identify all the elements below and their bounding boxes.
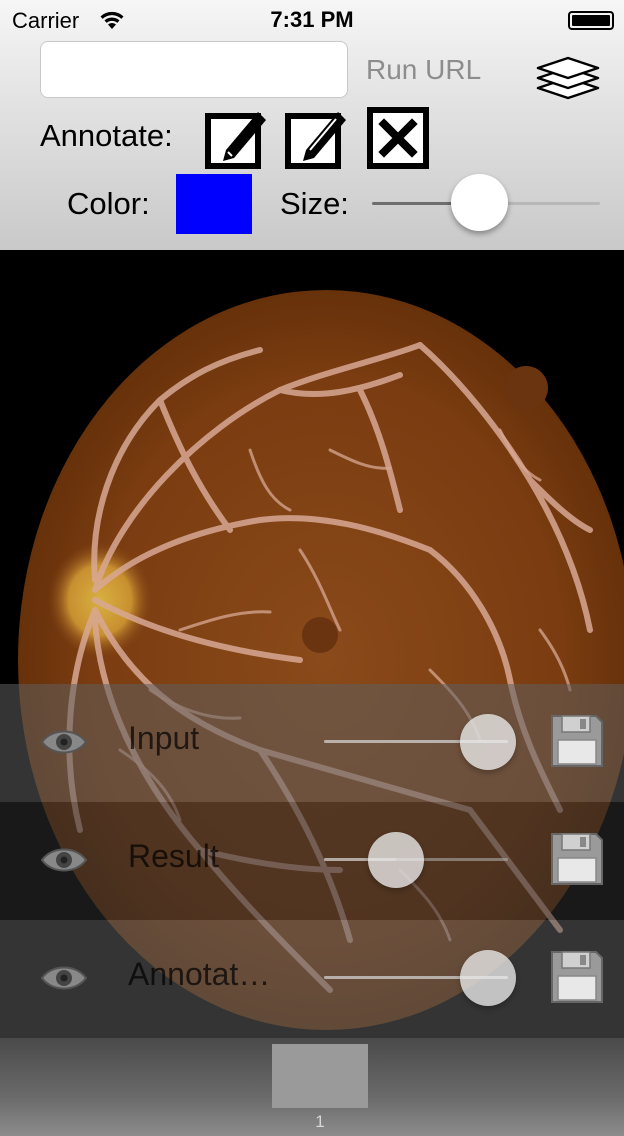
layer-name: Result — [128, 838, 219, 874]
save-icon[interactable] — [550, 832, 604, 886]
url-input[interactable] — [40, 41, 348, 98]
layer-row-result: Result — [0, 802, 624, 920]
page-strip: 1 — [0, 1038, 624, 1136]
layer-name: Input — [128, 720, 200, 756]
clear-icon[interactable] — [366, 106, 430, 170]
layer-opacity-thumb[interactable] — [367, 832, 424, 888]
eye-icon[interactable] — [40, 960, 88, 996]
toolbar: Carrier 7:31 PM Run URL Annotate: Color:… — [0, 0, 624, 250]
layer-opacity-thumb[interactable] — [460, 950, 516, 1006]
run-url-button[interactable]: Run URL — [366, 54, 481, 86]
edit-icon[interactable] — [204, 106, 268, 170]
layer-row-annotation: Annotat… — [0, 920, 624, 1038]
edit-alt-icon[interactable] — [284, 106, 348, 170]
layer-opacity-thumb[interactable] — [460, 714, 516, 770]
layer-row-input: Input — [0, 684, 624, 802]
eye-icon[interactable] — [40, 842, 88, 878]
color-label: Color: — [67, 186, 150, 221]
color-swatch[interactable] — [176, 174, 252, 234]
eye-icon[interactable] — [40, 724, 88, 760]
layer-name: Annotat… — [128, 956, 271, 992]
annotate-label: Annotate: — [40, 118, 173, 153]
battery-icon — [568, 11, 614, 30]
page-thumbnail[interactable] — [272, 1044, 368, 1108]
status-time: 7:31 PM — [270, 7, 354, 32]
layers-icon[interactable] — [534, 48, 602, 100]
size-slider-thumb[interactable] — [450, 174, 508, 231]
page-number: 1 — [315, 1112, 325, 1131]
status-bar: Carrier 7:31 PM — [0, 0, 624, 40]
save-icon[interactable] — [550, 714, 604, 768]
size-label: Size: — [280, 186, 349, 221]
save-icon[interactable] — [550, 950, 604, 1004]
